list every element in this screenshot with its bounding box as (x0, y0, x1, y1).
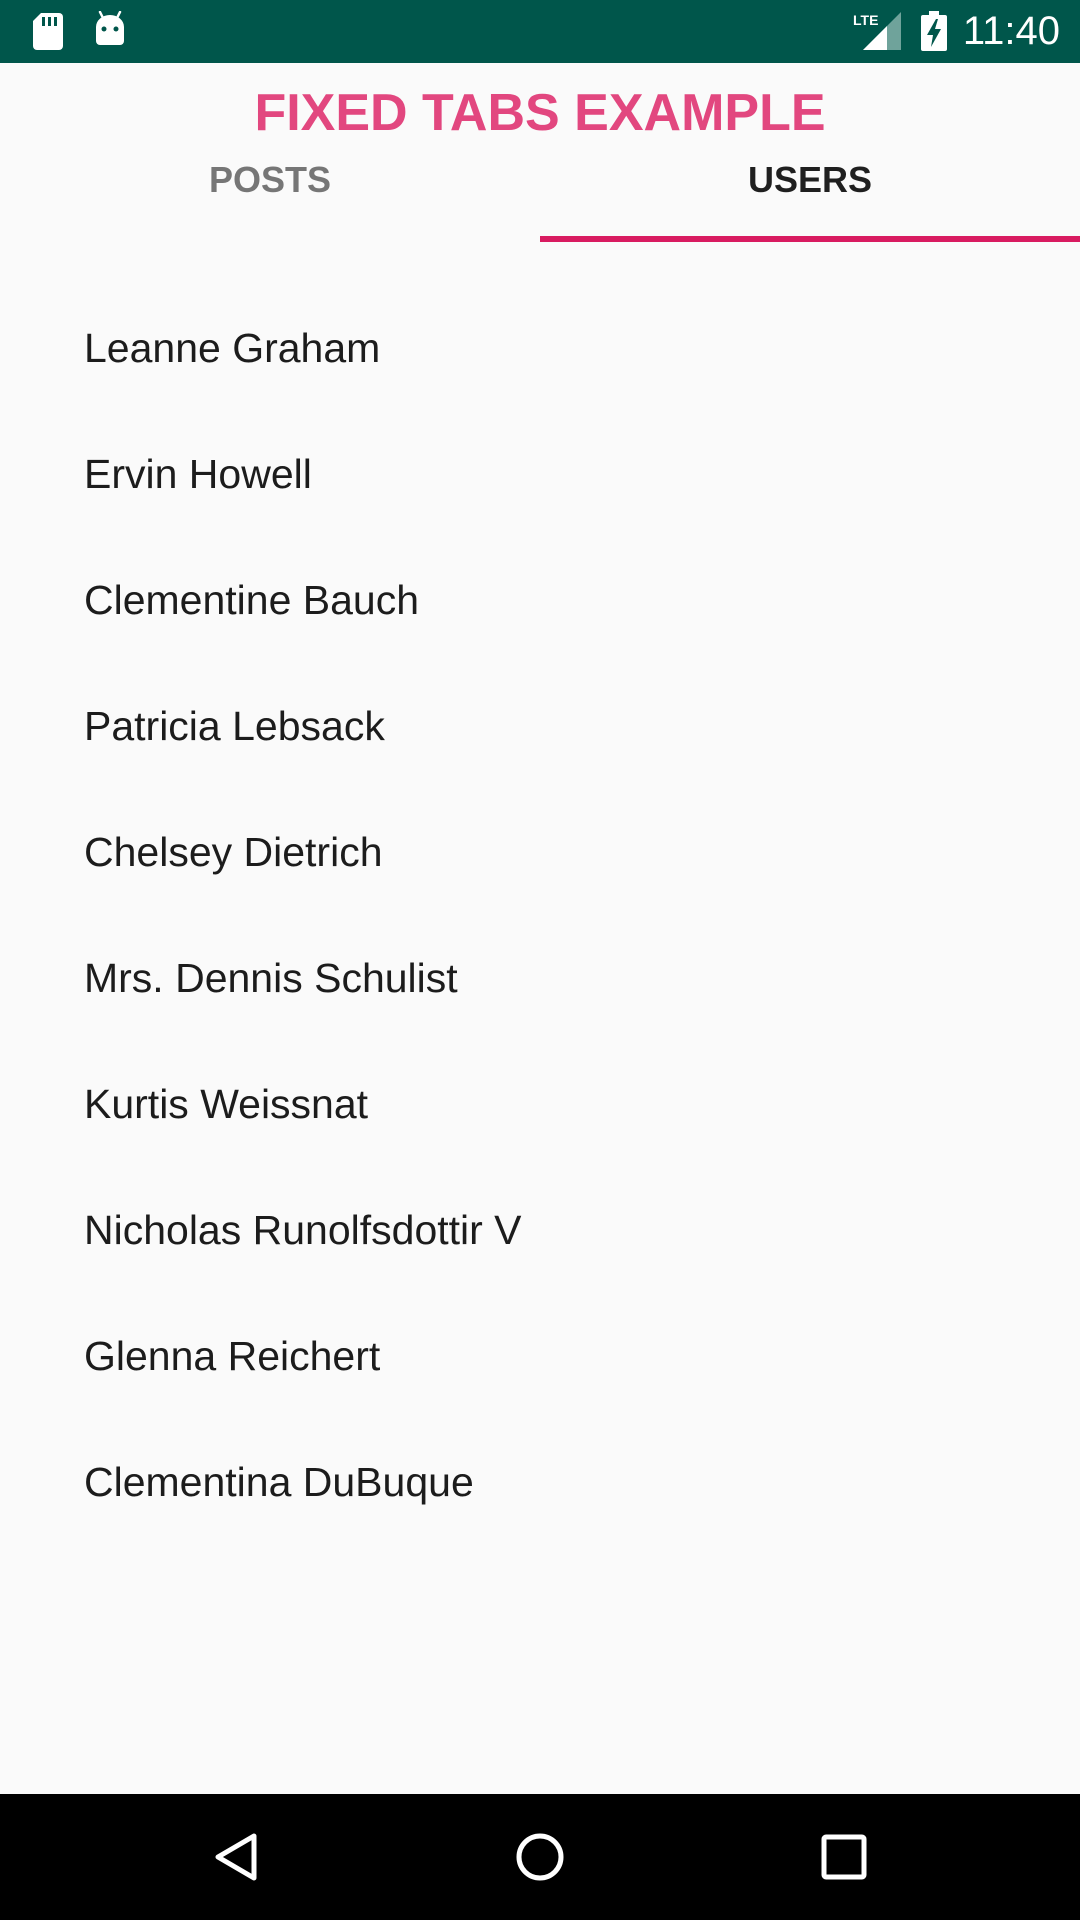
list-item[interactable]: Clementine Bauch (0, 537, 1080, 663)
tab-posts[interactable]: POSTS (0, 150, 540, 242)
list-item[interactable]: Chelsey Dietrich (0, 789, 1080, 915)
navigation-bar (0, 1794, 1080, 1920)
home-icon (516, 1833, 564, 1881)
sd-card-icon (33, 13, 63, 50)
android-icon (96, 11, 124, 45)
back-button[interactable] (166, 1794, 306, 1920)
recents-icon (821, 1834, 867, 1880)
page-title: FIXED TABS EXAMPLE (254, 84, 826, 142)
lte-signal-icon: LTE (853, 12, 901, 50)
list-item[interactable]: Leanne Graham (0, 285, 1080, 411)
list-item[interactable]: Glenna Reichert (0, 1293, 1080, 1419)
home-button[interactable] (470, 1794, 610, 1920)
selected-tab-indicator (540, 236, 1080, 242)
list-item[interactable]: Clementina DuBuque (0, 1419, 1080, 1545)
back-icon (215, 1833, 257, 1881)
tab-users[interactable]: USERS (540, 150, 1080, 242)
list-item[interactable]: Nicholas Runolfsdottir V (0, 1167, 1080, 1293)
battery-charging-icon (921, 11, 947, 51)
list-item[interactable]: Patricia Lebsack (0, 663, 1080, 789)
tab-bar: POSTS USERS (0, 150, 1080, 242)
recents-button[interactable] (774, 1794, 914, 1920)
list-item[interactable]: Ervin Howell (0, 411, 1080, 537)
list-item[interactable]: Kurtis Weissnat (0, 1041, 1080, 1167)
user-list: Leanne Graham Ervin Howell Clementine Ba… (0, 285, 1080, 1545)
svg-text:LTE: LTE (853, 12, 878, 28)
status-clock: 11:40 (962, 9, 1060, 53)
status-bar: LTE 11:40 (0, 0, 1080, 63)
list-item[interactable]: Mrs. Dennis Schulist (0, 915, 1080, 1041)
